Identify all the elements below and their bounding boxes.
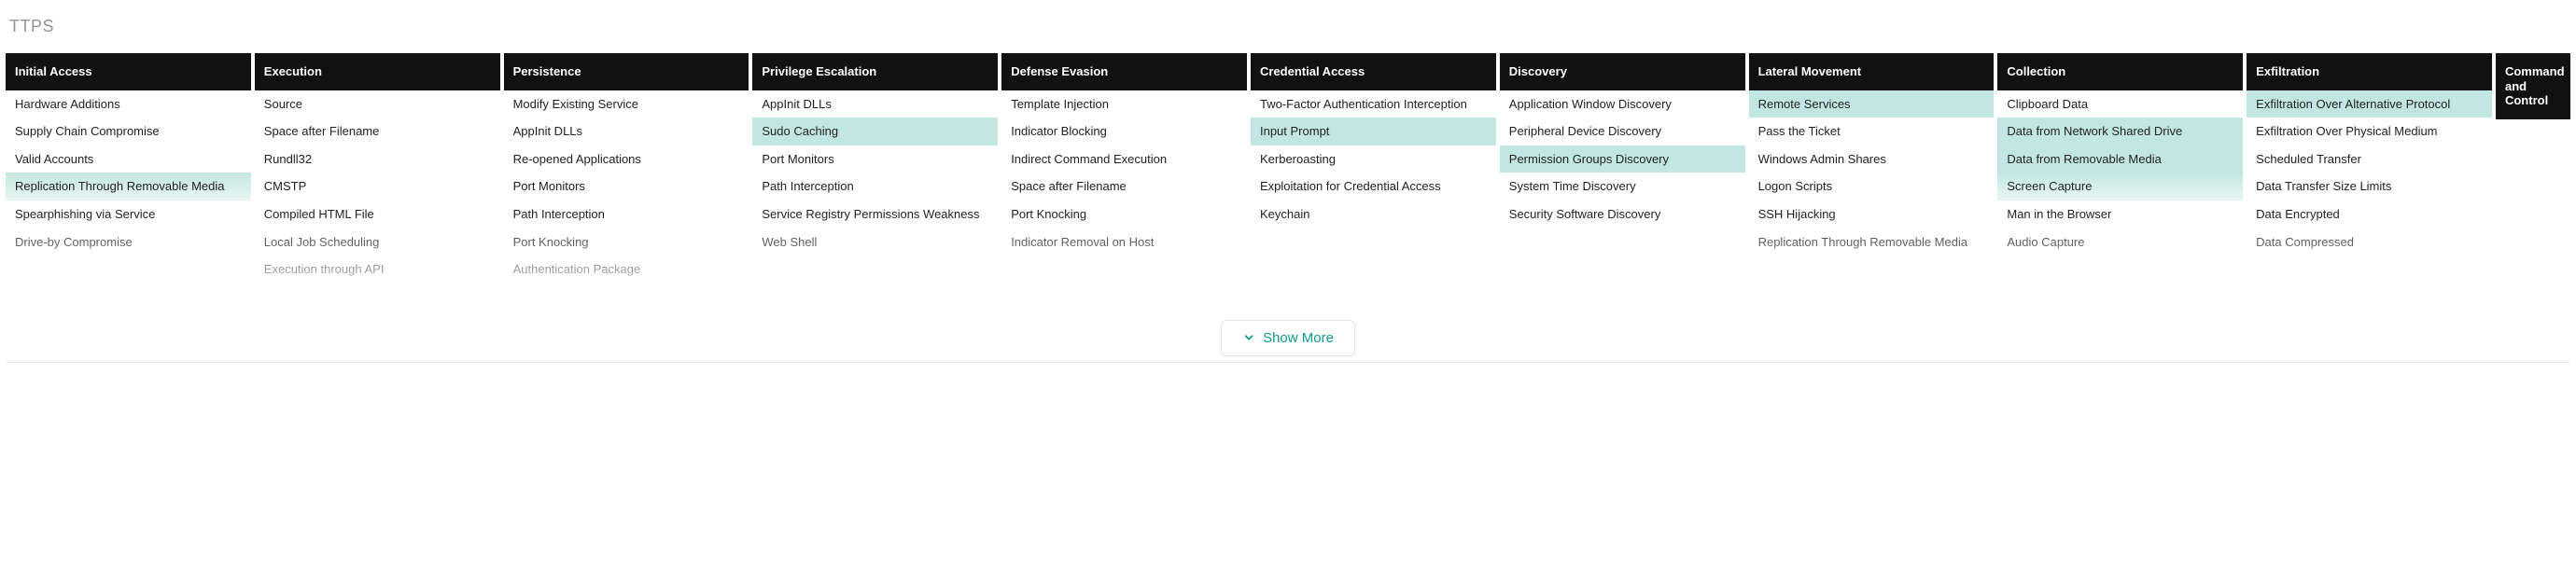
technique-cell[interactable]: Screen Capture	[1997, 173, 2243, 201]
column-header[interactable]: Persistence	[504, 53, 749, 90]
technique-cell[interactable]: Port Knocking	[1001, 201, 1247, 228]
technique-cell[interactable]: Modify Existing Service	[504, 90, 749, 118]
show-more-label: Show More	[1263, 330, 1334, 346]
column: Defense EvasionTemplate InjectionIndicat…	[1001, 53, 1247, 315]
technique-cell[interactable]: Two-Factor Authentication Interception	[1251, 90, 1496, 118]
technique-cell[interactable]: Indicator Removal on Host	[1001, 228, 1247, 256]
column-header[interactable]: Exfiltration	[2247, 53, 2492, 90]
column-body: Modify Existing ServiceAppInit DLLsRe-op…	[504, 90, 749, 286]
column-header[interactable]: Collection	[1997, 53, 2243, 90]
technique-cell[interactable]: Replication Through Removable Media	[1749, 228, 1995, 256]
column-body: Two-Factor Authentication InterceptionIn…	[1251, 90, 1496, 286]
technique-cell[interactable]: Indirect Command Execution	[1001, 145, 1247, 173]
technique-cell[interactable]: Data Encrypted	[2247, 201, 2492, 228]
column-body: Clipboard DataData from Network Shared D…	[1997, 90, 2243, 286]
technique-cell[interactable]: Scheduled Transfer	[2247, 145, 2492, 173]
column-header[interactable]: Lateral Movement	[1749, 53, 1995, 90]
technique-cell[interactable]: Port Monitors	[504, 173, 749, 201]
technique-cell[interactable]: Man in the Browser	[1997, 201, 2243, 228]
column-body: Template InjectionIndicator BlockingIndi…	[1001, 90, 1247, 286]
technique-cell[interactable]: AppInit DLLs	[752, 90, 998, 118]
column: Command and Control	[2496, 53, 2570, 315]
column: Initial AccessHardware AdditionsSupply C…	[6, 53, 251, 315]
technique-cell[interactable]: Sudo Caching	[752, 118, 998, 145]
technique-cell[interactable]: Execution through API	[255, 256, 500, 284]
page-title: TTPS	[9, 17, 2570, 36]
column: Credential AccessTwo-Factor Authenticati…	[1251, 53, 1496, 315]
technique-cell[interactable]: Audio Capture	[1997, 228, 2243, 256]
technique-cell[interactable]: Port Monitors	[752, 145, 998, 173]
column-header[interactable]: Command and Control	[2496, 53, 2570, 119]
technique-cell[interactable]: Exploitation for Credential Access	[1251, 173, 1496, 201]
technique-cell[interactable]: Spearphishing via Service	[6, 201, 251, 228]
technique-cell[interactable]: Indicator Blocking	[1001, 118, 1247, 145]
technique-cell[interactable]: Clipboard Data	[1997, 90, 2243, 118]
technique-cell[interactable]: Kerberoasting	[1251, 145, 1496, 173]
chevron-down-icon	[1242, 331, 1255, 344]
technique-cell[interactable]: Data from Network Shared Drive	[1997, 118, 2243, 145]
technique-cell[interactable]: Port Knocking	[504, 228, 749, 256]
technique-cell[interactable]: Space after Filename	[255, 118, 500, 145]
technique-cell[interactable]: CMSTP	[255, 173, 500, 201]
technique-cell[interactable]: Pass the Ticket	[1749, 118, 1995, 145]
technique-cell[interactable]: Exfiltration Over Alternative Protocol	[2247, 90, 2492, 118]
column-body: Remote ServicesPass the TicketWindows Ad…	[1749, 90, 1995, 286]
technique-cell[interactable]: Authentication Package	[504, 256, 749, 284]
column-body	[2496, 119, 2570, 315]
technique-cell[interactable]: Web Shell	[752, 228, 998, 256]
ttps-matrix-wrapper: Initial AccessHardware AdditionsSupply C…	[6, 53, 2570, 363]
technique-cell[interactable]: Data Transfer Size Limits	[2247, 173, 2492, 201]
technique-cell[interactable]: Rundll32	[255, 145, 500, 173]
column-body: Exfiltration Over Alternative ProtocolEx…	[2247, 90, 2492, 286]
technique-cell[interactable]: Hardware Additions	[6, 90, 251, 118]
technique-cell[interactable]: Local Job Scheduling	[255, 228, 500, 256]
technique-cell[interactable]: SSH Hijacking	[1749, 201, 1995, 228]
technique-cell[interactable]: AppInit DLLs	[504, 118, 749, 145]
technique-cell[interactable]: Path Interception	[504, 201, 749, 228]
column-header[interactable]: Initial Access	[6, 53, 251, 90]
technique-cell[interactable]: Permission Groups Discovery	[1500, 145, 1745, 173]
column-body: Application Window DiscoveryPeripheral D…	[1500, 90, 1745, 286]
technique-cell[interactable]: Remote Services	[1749, 90, 1995, 118]
technique-cell[interactable]: Input Prompt	[1251, 118, 1496, 145]
column: PersistenceModify Existing ServiceAppIni…	[504, 53, 749, 315]
column-header[interactable]: Defense Evasion	[1001, 53, 1247, 90]
technique-cell[interactable]: Valid Accounts	[6, 145, 251, 173]
technique-cell[interactable]: Exfiltration Over Physical Medium	[2247, 118, 2492, 145]
technique-cell[interactable]: Template Injection	[1001, 90, 1247, 118]
column: Privilege EscalationAppInit DLLsSudo Cac…	[752, 53, 998, 315]
column-body: SourceSpace after FilenameRundll32CMSTPC…	[255, 90, 500, 286]
technique-cell[interactable]: Replication Through Removable Media	[6, 173, 251, 201]
column-header[interactable]: Execution	[255, 53, 500, 90]
technique-cell[interactable]: Peripheral Device Discovery	[1500, 118, 1745, 145]
technique-cell[interactable]: Data from Removable Media	[1997, 145, 2243, 173]
column: CollectionClipboard DataData from Networ…	[1997, 53, 2243, 315]
technique-cell[interactable]: Compiled HTML File	[255, 201, 500, 228]
technique-cell[interactable]: System Time Discovery	[1500, 173, 1745, 201]
technique-cell[interactable]: Keychain	[1251, 201, 1496, 228]
column-header[interactable]: Credential Access	[1251, 53, 1496, 90]
technique-cell[interactable]: Supply Chain Compromise	[6, 118, 251, 145]
technique-cell[interactable]: Drive-by Compromise	[6, 228, 251, 256]
column: DiscoveryApplication Window DiscoveryPer…	[1500, 53, 1745, 315]
technique-cell[interactable]: Service Registry Permissions Weakness	[752, 201, 998, 228]
column-body: AppInit DLLsSudo CachingPort MonitorsPat…	[752, 90, 998, 286]
technique-cell[interactable]: Data Compressed	[2247, 228, 2492, 256]
technique-cell[interactable]: Security Software Discovery	[1500, 201, 1745, 228]
technique-cell[interactable]: Re-opened Applications	[504, 145, 749, 173]
column: ExecutionSourceSpace after FilenameRundl…	[255, 53, 500, 315]
column-header[interactable]: Privilege Escalation	[752, 53, 998, 90]
technique-cell[interactable]: Path Interception	[752, 173, 998, 201]
technique-cell[interactable]: Source	[255, 90, 500, 118]
column-body: Hardware AdditionsSupply Chain Compromis…	[6, 90, 251, 286]
show-more-button[interactable]: Show More	[1221, 320, 1355, 356]
column: Lateral MovementRemote ServicesPass the …	[1749, 53, 1995, 315]
technique-cell[interactable]: Application Window Discovery	[1500, 90, 1745, 118]
column: ExfiltrationExfiltration Over Alternativ…	[2247, 53, 2492, 315]
ttps-matrix: Initial AccessHardware AdditionsSupply C…	[6, 53, 2570, 315]
technique-cell[interactable]: Logon Scripts	[1749, 173, 1995, 201]
technique-cell[interactable]: Space after Filename	[1001, 173, 1247, 201]
column-header[interactable]: Discovery	[1500, 53, 1745, 90]
technique-cell[interactable]: Windows Admin Shares	[1749, 145, 1995, 173]
